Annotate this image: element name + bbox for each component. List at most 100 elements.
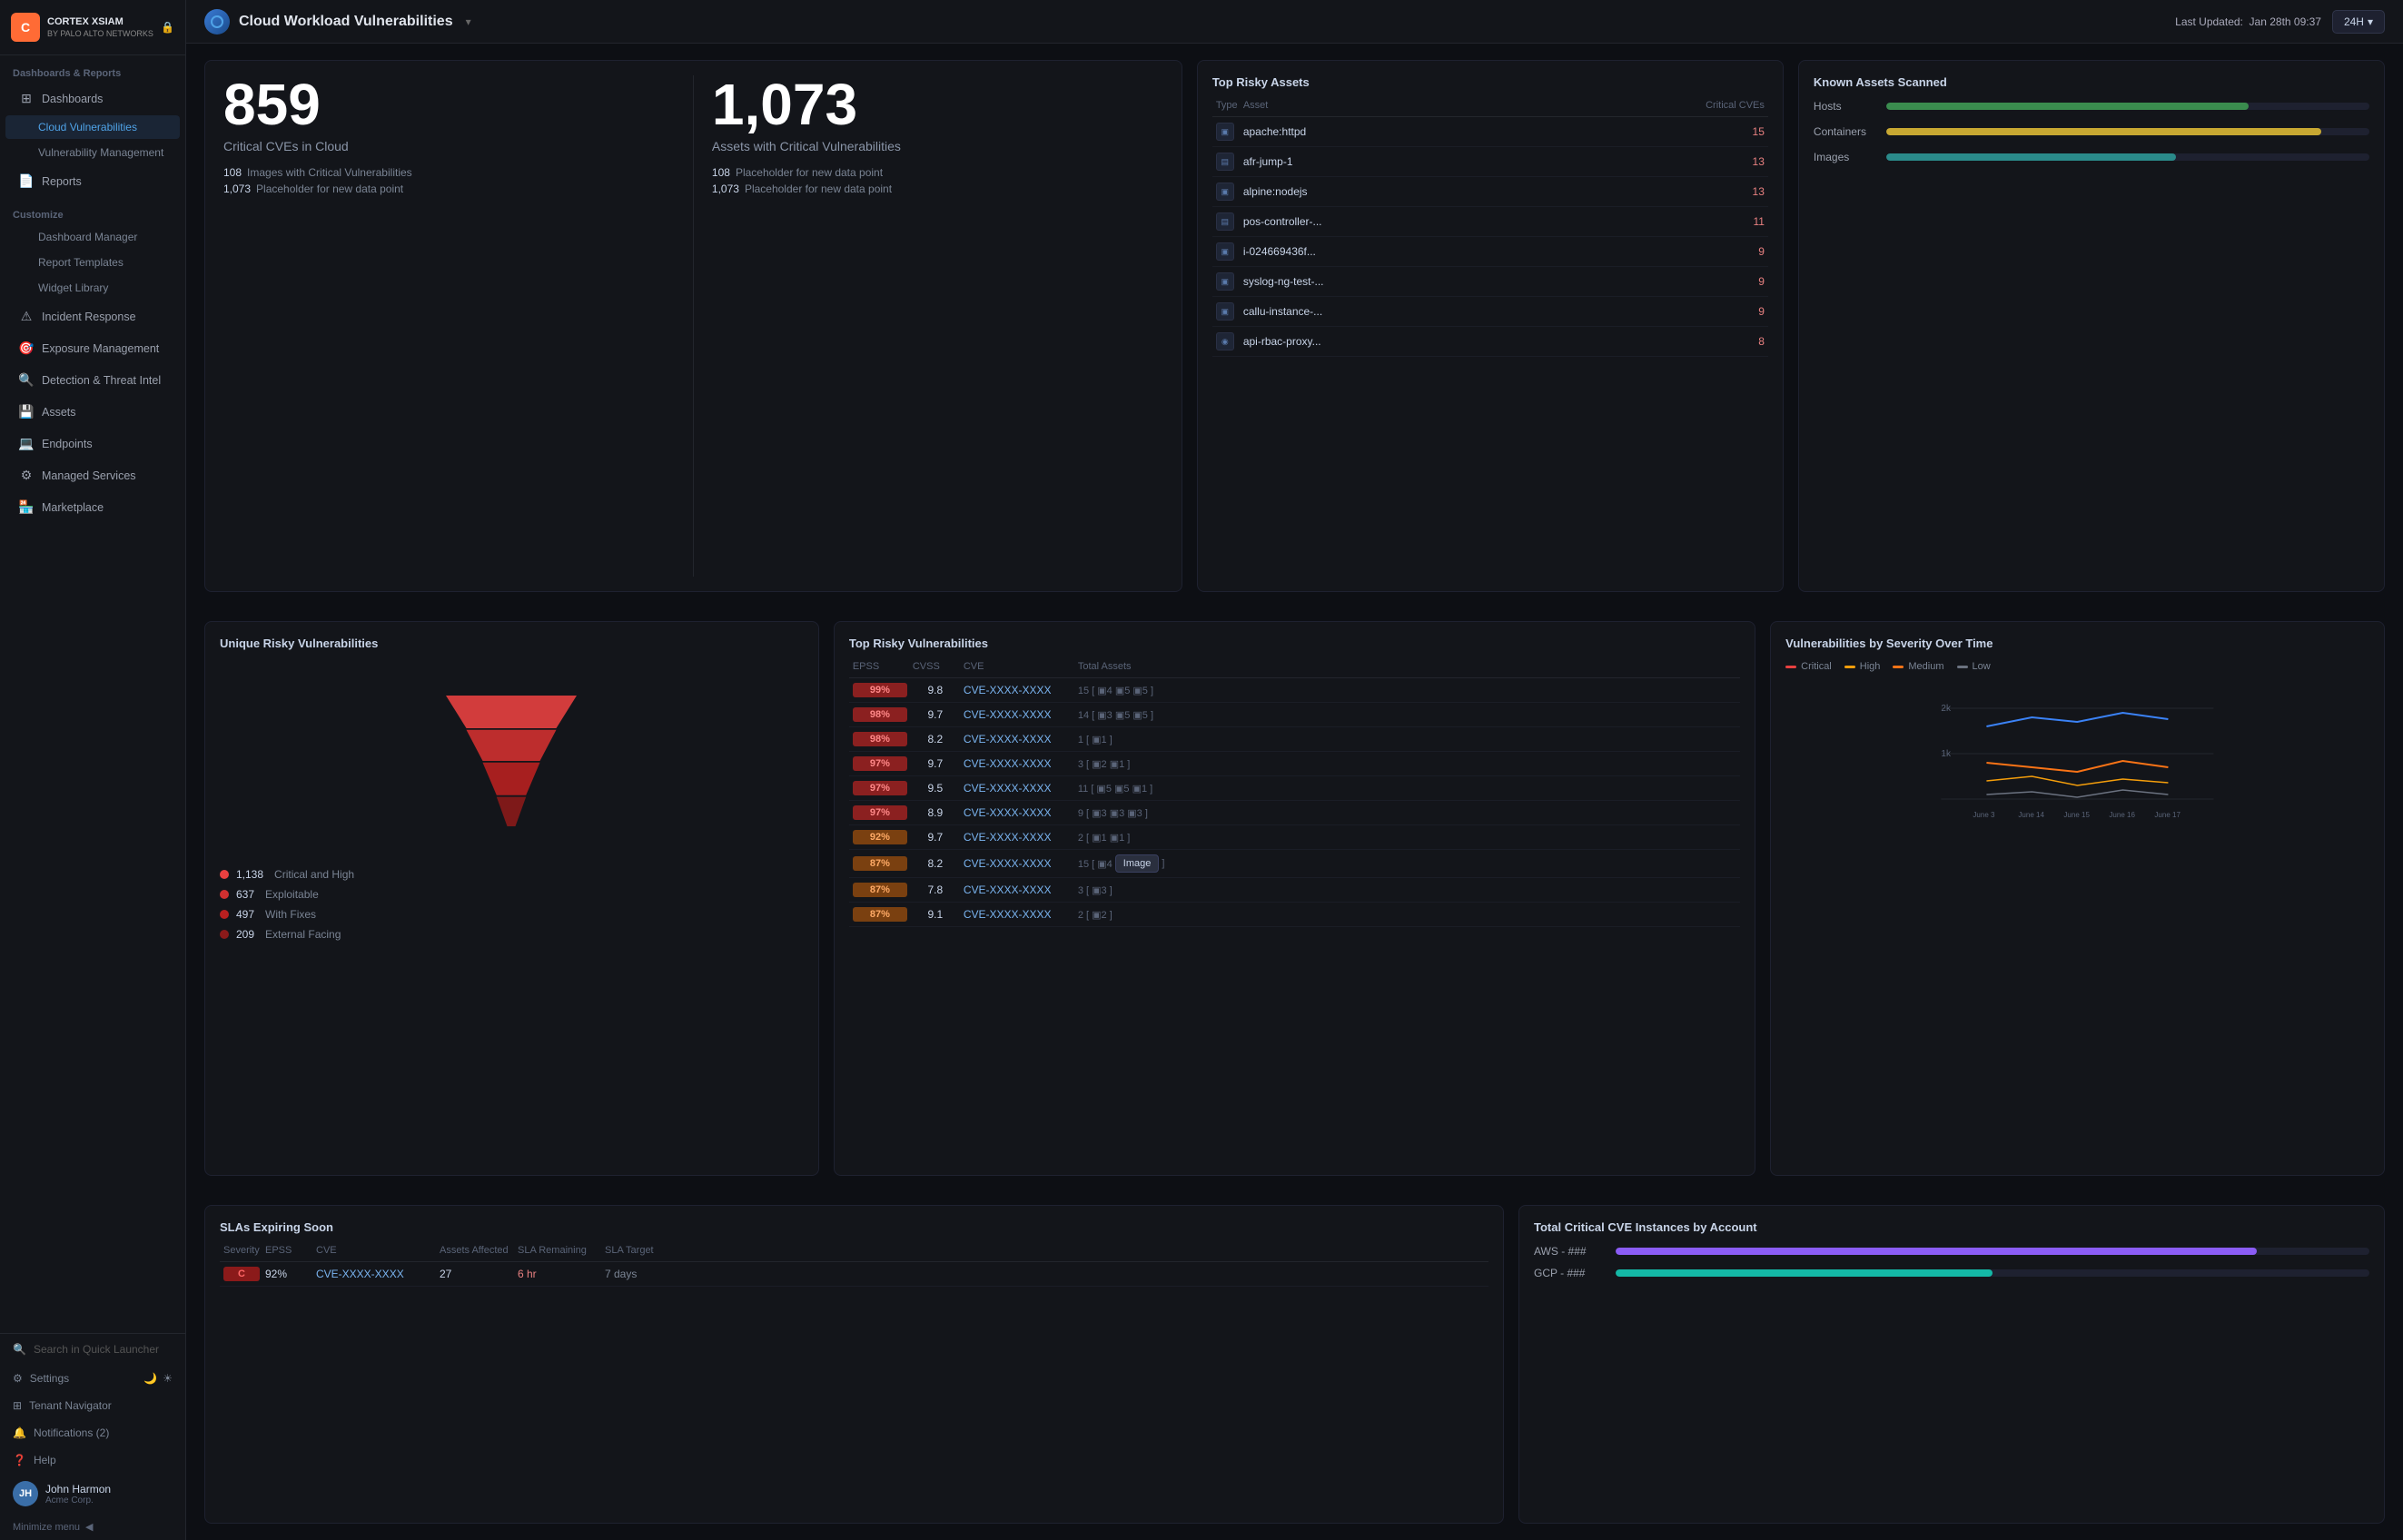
vuln-row[interactable]: 97% 9.7 CVE-XXXX-XXXX 3 [ ▣2 ▣1 ] <box>849 752 1740 776</box>
table-row[interactable]: ▣ callu-instance-... 9 <box>1212 297 1768 327</box>
user-profile[interactable]: JH John Harmon Acme Corp. <box>0 1474 185 1514</box>
sla-col-remaining: SLA Remaining <box>518 1245 599 1256</box>
table-row[interactable]: ▤ pos-controller-... 11 <box>1212 207 1768 237</box>
epss-badge: 98% <box>853 707 907 722</box>
sidebar-sub-report-templates-label: Report Templates <box>38 256 124 269</box>
vuln-row[interactable]: 97% 8.9 CVE-XXXX-XXXX 9 [ ▣3 ▣3 ▣3 ] <box>849 801 1740 825</box>
vuln-row[interactable]: 87% 7.8 CVE-XXXX-XXXX 3 [ ▣3 ] <box>849 878 1740 903</box>
user-info: John Harmon Acme Corp. <box>45 1483 111 1505</box>
top-risky-vulnerabilities-card: Top Risky Vulnerabilities EPSS CVSS CVE … <box>834 621 1755 1176</box>
time-filter-button[interactable]: 24H ▾ <box>2332 10 2385 34</box>
sidebar-item-settings[interactable]: ⚙ Settings 🌙 ☀ <box>0 1365 185 1392</box>
sidebar-item-incident-response[interactable]: ⚠ Incident Response <box>5 301 180 331</box>
user-org: Acme Corp. <box>45 1496 111 1505</box>
slas-expiring-soon-card: SLAs Expiring Soon Severity EPSS CVE Ass… <box>204 1205 1504 1524</box>
sidebar-item-cloud-vulnerabilities[interactable]: Cloud Vulnerabilities <box>5 115 180 139</box>
search-icon: 🔍 <box>13 1343 26 1356</box>
sidebar-item-report-templates[interactable]: Report Templates <box>5 251 180 274</box>
critical-dot <box>220 870 229 879</box>
image-tooltip: Image <box>1115 854 1160 873</box>
risky-assets-title: Top Risky Assets <box>1212 75 1768 89</box>
sidebar-item-widget-library[interactable]: Widget Library <box>5 276 180 300</box>
external-num: 209 <box>236 928 254 941</box>
table-row[interactable]: ▣ alpine:nodejs 13 <box>1212 177 1768 207</box>
sidebar-item-vulnerability-management[interactable]: Vulnerability Management <box>5 141 180 164</box>
incident-response-icon: ⚠ <box>18 309 35 324</box>
asset-icons: 3 [ ▣3 ] <box>1078 884 1736 896</box>
stats-combined-card: 859 Critical CVEs in Cloud 108 Images wi… <box>204 60 1182 592</box>
sidebar-item-marketplace[interactable]: 🏪 Marketplace <box>5 492 180 522</box>
asset-type-icon: ▣ <box>1216 302 1234 321</box>
legend-low: Low <box>1957 661 1991 672</box>
cvss-val: 9.1 <box>913 908 958 921</box>
sidebar-item-tenant-navigator[interactable]: ⊞ Tenant Navigator <box>0 1392 185 1419</box>
vuln-row[interactable]: 87% 9.1 CVE-XXXX-XXXX 2 [ ▣2 ] <box>849 903 1740 927</box>
assets-critical-sub-items: 108 Placeholder for new data point 1,073… <box>712 166 1163 195</box>
low-color <box>1957 666 1968 668</box>
table-row[interactable]: ▣ apache:httpd 15 <box>1212 117 1768 147</box>
svg-text:June 15: June 15 <box>2064 811 2091 819</box>
containers-label: Containers <box>1814 125 1877 138</box>
epss-badge: 87% <box>853 907 907 922</box>
vuln-row[interactable]: 99% 9.8 CVE-XXXX-XXXX 15 [ ▣4 ▣5 ▣5 ] <box>849 678 1740 703</box>
cve-val: CVE-XXXX-XXXX <box>964 908 1073 921</box>
asset-name: afr-jump-1 <box>1243 155 1692 168</box>
sidebar-item-help[interactable]: ❓ Help <box>0 1446 185 1474</box>
hosts-bar-container <box>1886 103 2369 110</box>
table-row[interactable]: ▣ syslog-ng-test-... 9 <box>1212 267 1768 297</box>
assets-sub-item-1: 1,073 Placeholder for new data point <box>712 183 1163 195</box>
cve-val: CVE-XXXX-XXXX <box>964 782 1073 795</box>
stat-sub-text-1: Placeholder for new data point <box>256 183 403 195</box>
vuln-row[interactable]: 98% 8.2 CVE-XXXX-XXXX 1 [ ▣1 ] <box>849 727 1740 752</box>
sidebar-item-managed-services[interactable]: ⚙ Managed Services <box>5 460 180 490</box>
gcp-bar-fill <box>1616 1269 1993 1277</box>
cvss-val: 8.2 <box>913 733 958 745</box>
vuln-row[interactable]: 97% 9.5 CVE-XXXX-XXXX 11 [ ▣5 ▣5 ▣1 ] <box>849 776 1740 801</box>
with-fixes-num: 497 <box>236 908 254 921</box>
theme-moon-icon[interactable]: 🌙 <box>143 1372 157 1385</box>
minimize-menu-button[interactable]: Minimize menu ◀ <box>0 1514 185 1540</box>
col-asset: Asset <box>1243 100 1692 111</box>
legend-item-critical: 1,138 Critical and High <box>220 868 804 881</box>
vuln-row[interactable]: 98% 9.7 CVE-XXXX-XXXX 14 [ ▣3 ▣5 ▣5 ] <box>849 703 1740 727</box>
page-icon <box>204 9 230 35</box>
cve-count: 8 <box>1692 335 1765 348</box>
sidebar-item-dashboard-manager[interactable]: Dashboard Manager <box>5 225 180 249</box>
containers-bar-row: Containers <box>1814 125 2369 138</box>
cve-account-title: Total Critical CVE Instances by Account <box>1534 1220 2369 1234</box>
page-title-dropdown[interactable]: ▾ <box>466 15 471 28</box>
assets-critical-number: 1,073 <box>712 75 1163 133</box>
managed-services-icon: ⚙ <box>18 468 35 483</box>
exposure-management-icon: 🎯 <box>18 341 35 356</box>
table-row[interactable]: ◉ api-rbac-proxy... 8 <box>1212 327 1768 357</box>
asset-type-icon: ▣ <box>1216 183 1234 201</box>
vuln-row[interactable]: 87% 8.2 CVE-XXXX-XXXX 15 [ ▣4 Image ] <box>849 850 1740 878</box>
quick-launcher-search[interactable]: 🔍 Search in Quick Launcher <box>0 1334 185 1365</box>
sla-row[interactable]: C 92% CVE-XXXX-XXXX 27 6 hr 7 days <box>220 1262 1488 1287</box>
aws-account-row: AWS - ### <box>1534 1245 2369 1258</box>
sidebar-item-reports[interactable]: 📄 Reports <box>5 166 180 196</box>
minimize-arrow-icon: ◀ <box>85 1521 93 1533</box>
vuln-row[interactable]: 92% 9.7 CVE-XXXX-XXXX 2 [ ▣1 ▣1 ] <box>849 825 1740 850</box>
sidebar-item-exposure-management-label: Exposure Management <box>42 342 159 355</box>
help-label: Help <box>34 1454 56 1466</box>
cve-count: 13 <box>1692 185 1765 198</box>
stat-sub-item-0: 108 Images with Critical Vulnerabilities <box>223 166 675 179</box>
cvss-val: 9.8 <box>913 684 958 696</box>
exploitable-num: 637 <box>236 888 254 901</box>
table-row[interactable]: ▤ afr-jump-1 13 <box>1212 147 1768 177</box>
sidebar-item-endpoints[interactable]: 💻 Endpoints <box>5 429 180 459</box>
images-bar-row: Images <box>1814 151 2369 163</box>
sidebar-item-notifications[interactable]: 🔔 Notifications (2) <box>0 1419 185 1446</box>
hosts-label: Hosts <box>1814 100 1877 113</box>
sidebar-item-assets[interactable]: 💾 Assets <box>5 397 180 427</box>
sidebar-item-detection-threat-intel[interactable]: 🔍 Detection & Threat Intel <box>5 365 180 395</box>
asset-icons: 2 [ ▣2 ] <box>1078 909 1736 921</box>
vuln-table-header: EPSS CVSS CVE Total Assets <box>849 661 1740 678</box>
table-row[interactable]: ▣ i-024669436f... 9 <box>1212 237 1768 267</box>
sidebar-item-exposure-management[interactable]: 🎯 Exposure Management <box>5 333 180 363</box>
sidebar-item-dashboards[interactable]: ⊞ Dashboards <box>5 84 180 114</box>
asset-icons: 9 [ ▣3 ▣3 ▣3 ] <box>1078 807 1736 819</box>
col-cve: CVE <box>964 661 1073 672</box>
theme-sun-icon[interactable]: ☀ <box>163 1372 173 1385</box>
